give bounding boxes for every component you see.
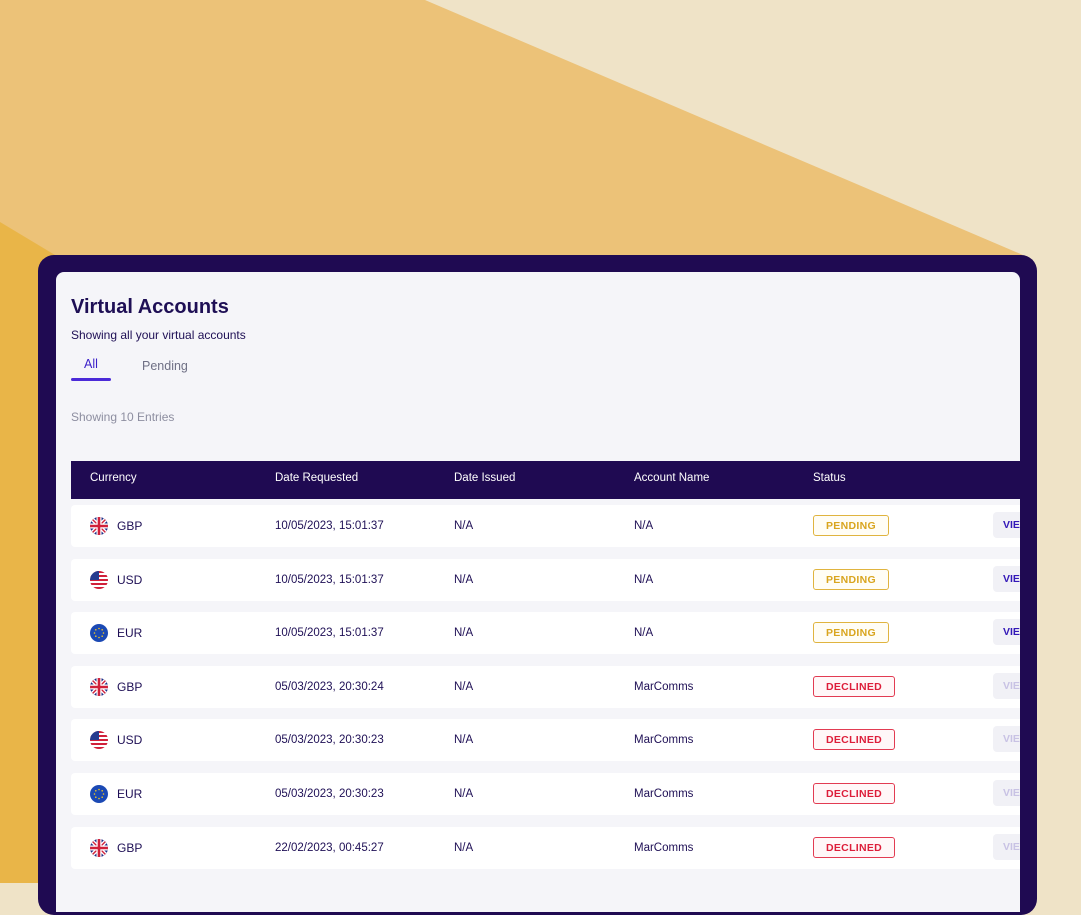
header-date-issued: Date Issued bbox=[454, 472, 516, 484]
header-account-name: Account Name bbox=[634, 472, 710, 484]
status-badge: DECLINED bbox=[813, 836, 896, 858]
date-requested: 05/03/2023, 20:30:23 bbox=[275, 734, 384, 747]
status-badge: PENDING bbox=[813, 622, 889, 644]
status-badge: PENDING bbox=[813, 568, 889, 590]
currency-cell: EUR bbox=[90, 612, 142, 654]
currency-cell: GBP bbox=[90, 827, 142, 869]
account-name: MarComms bbox=[634, 680, 694, 693]
page-title: Virtual Accounts bbox=[71, 296, 229, 318]
account-name: N/A bbox=[634, 573, 654, 586]
view-button[interactable]: VIEW bbox=[993, 672, 1020, 699]
date-issued: N/A bbox=[454, 788, 474, 800]
virtual-accounts-panel: Virtual Accounts Showing all your virtua… bbox=[56, 272, 1020, 912]
date-issued: N/A bbox=[454, 627, 474, 640]
currency-code: GBP bbox=[117, 679, 143, 694]
currency-cell: USD bbox=[90, 719, 142, 761]
us-flag-icon bbox=[90, 731, 108, 750]
eu-flag-icon bbox=[90, 785, 108, 803]
tab-all[interactable]: All bbox=[84, 357, 98, 371]
status-badge: DECLINED bbox=[813, 675, 896, 697]
date-issued: N/A bbox=[454, 573, 474, 586]
status-badge: PENDING bbox=[813, 515, 889, 536]
date-requested: 05/03/2023, 20:30:23 bbox=[275, 788, 384, 800]
view-button[interactable]: VIEW bbox=[993, 833, 1020, 860]
currency-code: EUR bbox=[117, 787, 143, 801]
table-row: EUR 10/05/2023, 15:01:37 N/A N/A PENDING… bbox=[71, 612, 1020, 655]
date-issued: N/A bbox=[454, 841, 474, 854]
date-requested: 10/05/2023, 15:01:37 bbox=[275, 573, 384, 586]
view-button[interactable]: VIEW bbox=[993, 780, 1020, 806]
currency-cell: GBP bbox=[90, 505, 142, 547]
account-name: N/A bbox=[634, 520, 654, 532]
uk-flag-icon bbox=[90, 677, 108, 696]
date-issued: N/A bbox=[454, 520, 474, 532]
account-name: MarComms bbox=[634, 841, 694, 854]
currency-code: USD bbox=[117, 572, 143, 587]
table-row: GBP 10/05/2023, 15:01:37 N/A N/A PENDING… bbox=[71, 505, 1020, 547]
table-row: GBP 05/03/2023, 20:30:24 N/A MarComms DE… bbox=[71, 665, 1020, 708]
eu-flag-icon bbox=[90, 624, 108, 643]
date-requested: 05/03/2023, 20:30:24 bbox=[275, 680, 384, 693]
status-badge: DECLINED bbox=[813, 783, 896, 804]
status-badge: DECLINED bbox=[813, 729, 896, 751]
date-requested: 10/05/2023, 15:01:37 bbox=[275, 520, 384, 532]
date-issued: N/A bbox=[454, 680, 474, 693]
header-status: Status bbox=[813, 472, 846, 484]
currency-cell: EUR bbox=[90, 773, 142, 815]
date-requested: 22/02/2023, 00:45:27 bbox=[275, 841, 384, 854]
header-currency: Currency bbox=[90, 472, 137, 484]
currency-cell: USD bbox=[90, 559, 142, 601]
us-flag-icon bbox=[90, 570, 108, 589]
account-name: MarComms bbox=[634, 788, 694, 800]
currency-code: USD bbox=[117, 733, 143, 748]
account-name: N/A bbox=[634, 627, 654, 640]
entries-count: Showing 10 Entries bbox=[71, 410, 175, 424]
table-row: GBP 22/02/2023, 00:45:27 N/A MarComms DE… bbox=[71, 826, 1020, 869]
view-button[interactable]: VIEW bbox=[993, 565, 1020, 592]
currency-cell: GBP bbox=[90, 666, 142, 708]
date-issued: N/A bbox=[454, 734, 474, 747]
account-name: MarComms bbox=[634, 734, 694, 747]
currency-code: GBP bbox=[117, 840, 143, 855]
view-button[interactable]: VIEW bbox=[993, 512, 1020, 538]
currency-code: GBP bbox=[117, 519, 143, 533]
table-row: EUR 05/03/2023, 20:30:23 N/A MarComms DE… bbox=[71, 773, 1020, 815]
active-tab-indicator bbox=[71, 378, 111, 381]
uk-flag-icon bbox=[90, 838, 108, 857]
page-subtitle: Showing all your virtual accounts bbox=[71, 328, 246, 342]
date-requested: 10/05/2023, 15:01:37 bbox=[275, 627, 384, 640]
table-row: USD 05/03/2023, 20:30:23 N/A MarComms DE… bbox=[71, 719, 1020, 762]
view-button[interactable]: VIEW bbox=[993, 619, 1020, 646]
view-button[interactable]: VIEW bbox=[993, 726, 1020, 753]
table-header: Currency Date Requested Date Issued Acco… bbox=[71, 461, 1020, 499]
table-row: USD 10/05/2023, 15:01:37 N/A N/A PENDING… bbox=[71, 558, 1020, 601]
uk-flag-icon bbox=[90, 517, 108, 535]
tab-pending[interactable]: Pending bbox=[142, 359, 188, 373]
currency-code: EUR bbox=[117, 626, 143, 641]
header-date-requested: Date Requested bbox=[275, 472, 359, 484]
